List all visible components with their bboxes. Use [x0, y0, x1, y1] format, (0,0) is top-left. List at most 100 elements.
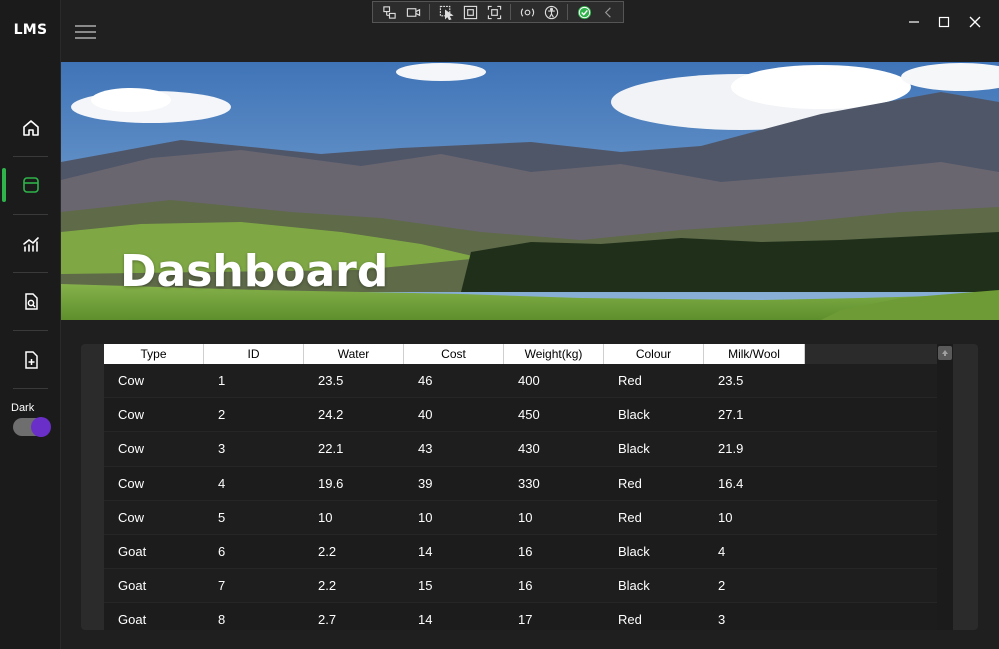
- debug-record-button[interactable]: [403, 3, 423, 21]
- cell-water: 22.1: [318, 441, 344, 457]
- debug-accessibility-button[interactable]: [541, 3, 561, 21]
- cell-id: 8: [218, 612, 226, 628]
- cell-type: Cow: [118, 373, 145, 388]
- hamburger-icon: [75, 25, 96, 27]
- cell-cost: 14: [418, 543, 433, 559]
- nav-divider: [13, 156, 48, 157]
- cell-milk-wool: 21.9: [718, 441, 744, 457]
- debug-collapse-button[interactable]: [598, 3, 618, 21]
- pointer-select-icon: [439, 5, 454, 20]
- cell-milk-wool: 10: [718, 509, 733, 525]
- nav-divider: [13, 272, 48, 273]
- cell-colour: Black: [618, 578, 650, 594]
- debug-bounds-button[interactable]: [484, 3, 504, 21]
- column-header-water[interactable]: Water: [304, 344, 404, 364]
- cell-water: 10: [318, 509, 333, 525]
- cell-milk-wool: 23.5: [718, 373, 744, 388]
- minimize-button[interactable]: [904, 12, 924, 32]
- page-title: Dashboard: [120, 246, 389, 297]
- close-button[interactable]: [965, 12, 985, 32]
- cell-water: 24.2: [318, 407, 344, 423]
- debug-status-button[interactable]: [574, 3, 594, 21]
- cell-type: Cow: [118, 509, 145, 525]
- table-header: Type ID Water Cost Weight(kg) Colour Mil…: [104, 344, 937, 364]
- nav-divider: [13, 214, 48, 215]
- nav-add-document[interactable]: [0, 338, 61, 382]
- column-header-id[interactable]: ID: [204, 344, 304, 364]
- cell-colour: Black: [618, 441, 650, 457]
- theme-toggle[interactable]: [13, 417, 51, 437]
- column-header-cost[interactable]: Cost: [404, 344, 504, 364]
- check-circle-icon: [577, 5, 591, 19]
- minimize-icon: [909, 21, 919, 23]
- cell-water: 2.2: [318, 578, 337, 594]
- table-row[interactable]: Cow 4 19.6 39 330 Red 16.4: [104, 466, 937, 501]
- cell-colour: Red: [618, 509, 642, 525]
- column-header-colour[interactable]: Colour: [604, 344, 704, 364]
- column-header-type[interactable]: Type: [104, 344, 204, 364]
- cell-type: Cow: [118, 441, 145, 457]
- cell-id: 6: [218, 543, 226, 559]
- table-row[interactable]: Cow 1 23.5 46 400 Red 23.5: [104, 364, 937, 399]
- table-row[interactable]: Goat 6 2.2 14 16 Black 4: [104, 534, 937, 570]
- cell-cost: 43: [418, 441, 433, 457]
- table-row[interactable]: Goat 7 2.2 15 16 Black 2: [104, 569, 937, 604]
- debug-select-button[interactable]: [379, 3, 399, 21]
- cell-water: 23.5: [318, 373, 344, 388]
- cell-weight: 10: [518, 509, 533, 525]
- nav-search-document[interactable]: [0, 280, 61, 324]
- table-row[interactable]: Cow 3 22.1 43 430 Black 21.9: [104, 432, 937, 467]
- table-row[interactable]: Cow 2 24.2 40 450 Black 27.1: [104, 398, 937, 433]
- cell-colour: Red: [618, 373, 642, 388]
- menu-button[interactable]: [75, 22, 97, 42]
- debug-toolbar: [372, 1, 624, 23]
- cell-colour: Black: [618, 407, 650, 423]
- close-icon: [969, 16, 981, 28]
- analytics-icon: [22, 237, 39, 252]
- table-row[interactable]: Cow 5 10 10 10 Red 10: [104, 500, 937, 535]
- debug-layout-button[interactable]: [460, 3, 480, 21]
- cell-milk-wool: 27.1: [718, 407, 744, 423]
- vertical-scrollbar[interactable]: [937, 344, 953, 630]
- cell-weight: 450: [518, 407, 540, 423]
- scroll-up-button[interactable]: [938, 346, 952, 360]
- cell-type: Cow: [118, 407, 145, 423]
- cell-milk-wool: 4: [718, 543, 726, 559]
- theme-toggle-label: Dark: [11, 402, 35, 414]
- chevron-left-icon: [604, 6, 611, 18]
- data-grid-panel: Type ID Water Cost Weight(kg) Colour Mil…: [81, 344, 978, 630]
- cell-id: 2: [218, 407, 226, 423]
- nav-home[interactable]: [0, 106, 61, 150]
- maximize-button[interactable]: [934, 12, 954, 32]
- toggle-knob: [31, 417, 51, 437]
- cell-milk-wool: 3: [718, 612, 726, 628]
- document-search-icon: [24, 293, 38, 310]
- debug-pointer-button[interactable]: [436, 3, 456, 21]
- cell-cost: 46: [418, 373, 433, 388]
- cell-weight: 400: [518, 373, 540, 388]
- cell-cost: 15: [418, 578, 433, 594]
- debug-hotreload-button[interactable]: [517, 3, 537, 21]
- cell-type: Goat: [118, 612, 147, 628]
- cell-cost: 10: [418, 509, 433, 525]
- video-icon: [406, 7, 420, 17]
- cell-cost: 40: [418, 407, 433, 423]
- arrow-up-icon: [942, 350, 948, 356]
- cell-type: Goat: [118, 578, 147, 594]
- cell-cost: 14: [418, 612, 433, 628]
- cell-weight: 430: [518, 441, 540, 457]
- toolbar-divider: [567, 4, 568, 20]
- column-header-milk-wool[interactable]: Milk/Wool: [704, 344, 805, 364]
- table-row[interactable]: Goat 8 2.7 14 17 Red 3: [104, 603, 937, 630]
- cell-milk-wool: 2: [718, 578, 726, 594]
- column-header-weight[interactable]: Weight(kg): [504, 344, 604, 364]
- cell-id: 1: [218, 373, 226, 388]
- toolbar-divider: [429, 4, 430, 20]
- cell-water: 2.2: [318, 543, 337, 559]
- dashboard-icon: [22, 177, 39, 193]
- cell-id: 7: [218, 578, 226, 594]
- nav-dashboard[interactable]: [0, 163, 61, 207]
- bounds-icon: [487, 5, 501, 19]
- nav-analytics[interactable]: [0, 222, 61, 266]
- toolbar-divider: [510, 4, 511, 20]
